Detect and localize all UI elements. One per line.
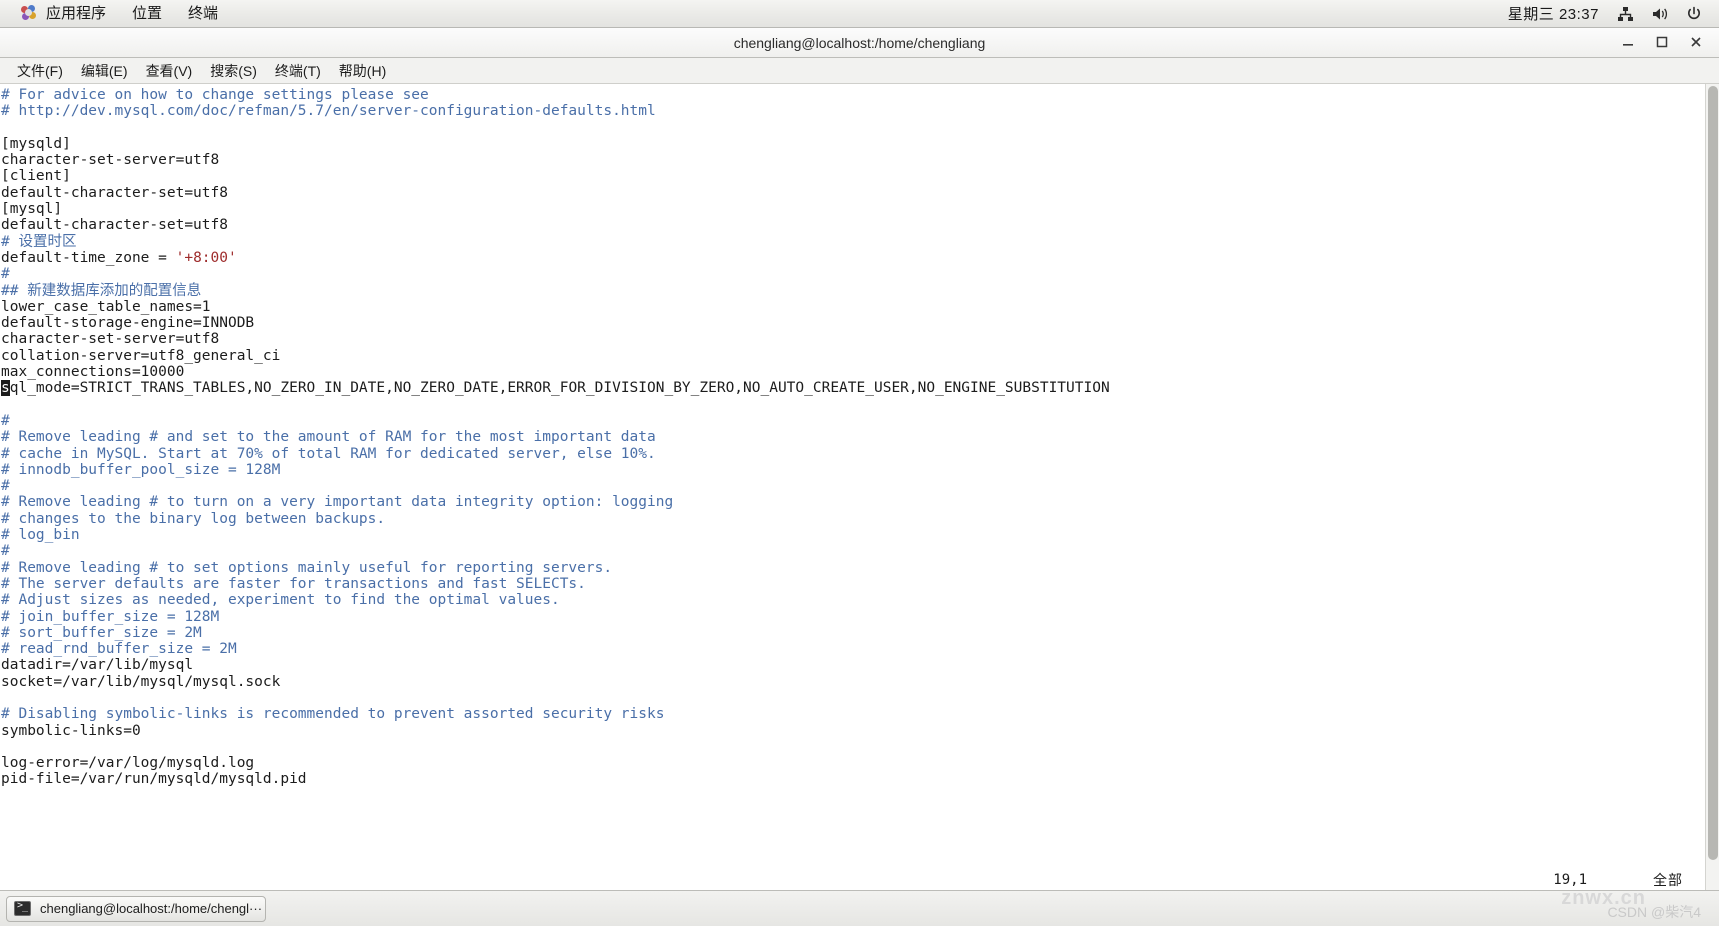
- menu-search-label: 搜索(S): [210, 62, 257, 79]
- menu-help[interactable]: 帮助(H): [330, 58, 395, 84]
- menu-terminal[interactable]: 终端(T): [266, 58, 330, 84]
- top-panel: 应用程序 位置 终端 星期三 23:37: [0, 0, 1719, 28]
- menu-edit[interactable]: 编辑(E): [72, 58, 137, 84]
- scrollbar-thumb[interactable]: [1708, 86, 1718, 860]
- watermark-csdn: CSDN @柴汽4: [1607, 904, 1701, 920]
- power-icon[interactable]: [1679, 4, 1709, 24]
- vim-status-line: 19,1 全部: [0, 870, 1705, 890]
- panel-menu-group: 应用程序 位置 终端: [0, 2, 231, 26]
- maximize-button[interactable]: [1655, 35, 1671, 51]
- bottom-taskbar: chengliang@localhost:/home/chengl··· znw…: [0, 887, 1719, 926]
- close-button[interactable]: [1689, 35, 1705, 51]
- menu-view[interactable]: 查看(V): [137, 58, 202, 84]
- terminal-window: chengliang@localhost:/home/chengliang 文件…: [0, 28, 1719, 890]
- menu-view-label: 查看(V): [145, 62, 193, 79]
- volume-icon[interactable]: [1644, 4, 1676, 24]
- taskbar-window-button[interactable]: chengliang@localhost:/home/chengl···: [6, 895, 266, 922]
- gnome-footprint-icon: [21, 5, 38, 22]
- vim-cursor-position: 19,1: [1553, 872, 1587, 888]
- terminal-menubar: 文件(F) 编辑(E) 查看(V) 搜索(S) 终端(T) 帮助(H): [0, 58, 1719, 84]
- menu-search[interactable]: 搜索(S): [201, 58, 266, 84]
- menu-file-label: 文件(F): [17, 62, 63, 79]
- panel-tray: 星期三 23:37: [1500, 1, 1719, 26]
- panel-menu-applications-label: 应用程序: [46, 4, 107, 22]
- panel-menu-places-label: 位置: [132, 4, 163, 22]
- window-buttons: [1621, 35, 1719, 51]
- terminal-screen[interactable]: # For advice on how to change settings p…: [0, 84, 1719, 890]
- minimize-button[interactable]: [1621, 35, 1637, 51]
- panel-menu-terminal-label: 终端: [188, 4, 219, 22]
- taskbar-window-label: chengliang@localhost:/home/chengl···: [40, 901, 263, 916]
- panel-logo-item[interactable]: 应用程序: [8, 2, 119, 26]
- panel-menu-places[interactable]: 位置: [119, 2, 175, 26]
- menu-terminal-label: 终端(T): [274, 62, 321, 79]
- watermark-site: znwx.cn: [1561, 887, 1646, 909]
- menu-help-label: 帮助(H): [338, 62, 387, 79]
- terminal-content: # For advice on how to change settings p…: [1, 87, 1110, 788]
- window-title: chengliang@localhost:/home/chengliang: [733, 34, 986, 51]
- menu-edit-label: 编辑(E): [80, 62, 128, 79]
- panel-menu-terminal[interactable]: 终端: [175, 2, 231, 26]
- window-titlebar[interactable]: chengliang@localhost:/home/chengliang: [0, 28, 1719, 58]
- vim-scroll-indicator: 全部: [1653, 872, 1683, 888]
- panel-clock[interactable]: 星期三 23:37: [1500, 1, 1607, 26]
- menu-file[interactable]: 文件(F): [8, 58, 72, 84]
- terminal-scrollbar[interactable]: [1705, 84, 1719, 890]
- terminal-icon: [14, 900, 31, 916]
- network-icon[interactable]: [1610, 4, 1641, 24]
